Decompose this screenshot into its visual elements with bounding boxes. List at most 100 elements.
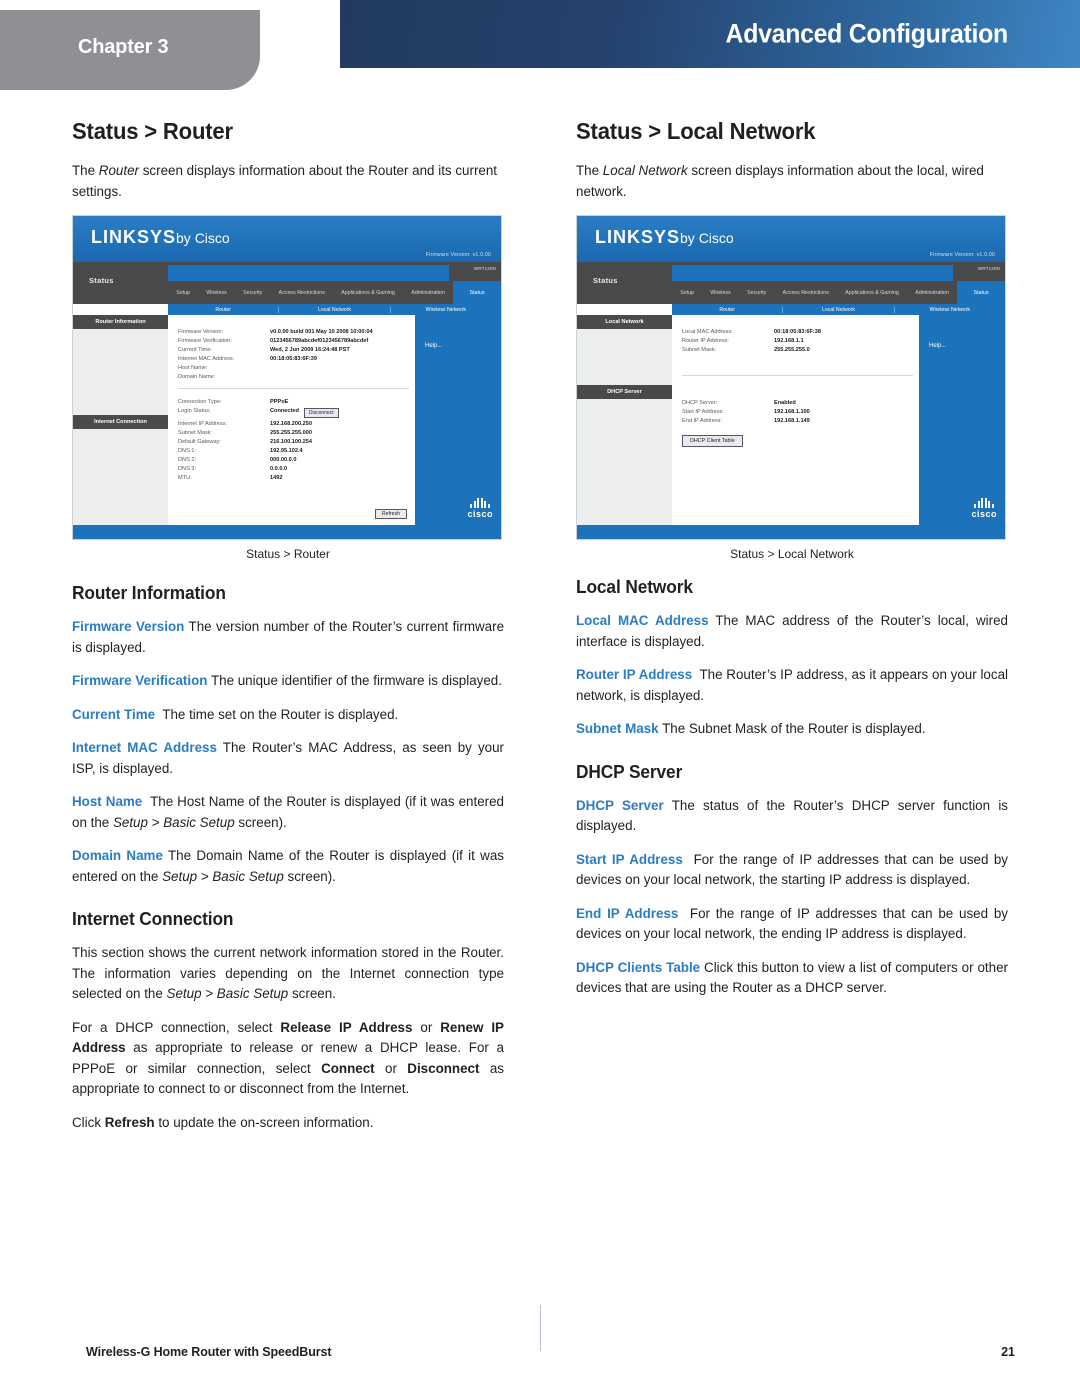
nav-tab-administration[interactable]: Administration (907, 281, 957, 304)
term-label: End IP Address (576, 905, 679, 921)
term-dhcp-clients-table: DHCP Clients Table Click this button to … (576, 958, 1008, 999)
nav-tab-applications-gaming[interactable]: Applications & Gaming (837, 281, 907, 304)
router-help-panel: Help... cisco (919, 315, 1005, 525)
term-text-post: screen). (234, 814, 287, 830)
nav-tab-status[interactable]: Status (453, 281, 501, 304)
field-key: Current Time: (178, 347, 212, 353)
disconnect-button[interactable]: Disconnect (303, 408, 339, 418)
term-domain-name: Domain Name The Domain Name of the Route… (72, 846, 504, 887)
field-value: 0.0.0.0 (270, 466, 288, 472)
nav-tab-applications-gaming[interactable]: Applications & Gaming (333, 281, 403, 304)
term-label: Domain Name (72, 848, 163, 863)
field-key: Router IP Address: (682, 338, 729, 344)
page-header-band: Advanced Configuration (340, 0, 1080, 68)
para-italic-ref: Setup > Basic Setup (166, 986, 289, 1001)
field-value: 0123456789abcdef0123456789abcdef (270, 338, 369, 344)
field-row: DNS 3: 0.0.0.0 (178, 466, 409, 472)
dhcp-client-table-button[interactable]: DHCP Client Table (682, 435, 743, 447)
field-row: DNS 2: 000.00.0.0 (178, 457, 409, 463)
term-label: DHCP Server (576, 797, 664, 813)
field-value: 00:18:05:83:6F:38 (774, 329, 821, 335)
field-value: 192.95.102.4 (270, 448, 303, 454)
sub-tab-local-network[interactable]: Local Network (279, 306, 391, 313)
router-help-panel: Help... cisco (415, 315, 501, 525)
nav-tab-wireless[interactable]: Wireless (198, 281, 235, 304)
paragraph-refresh: Click Refresh to update the on-screen in… (72, 1113, 504, 1134)
term-start-ip-address: Start IP Address For the range of IP add… (576, 850, 1008, 891)
heading-local-network: Local Network (576, 577, 693, 597)
column-divider (540, 1305, 541, 1351)
term-text-post: screen). (283, 868, 336, 884)
term-end-ip-address: End IP Address For the range of IP addre… (576, 904, 1008, 945)
page-title-status-local-network: Status > Local Network (576, 118, 816, 144)
nav-tab-status[interactable]: Status (957, 281, 1005, 304)
intro-text-a: The (72, 163, 99, 178)
router-section-label: Status (89, 276, 114, 285)
field-key: Login Status: (178, 408, 211, 414)
field-key: Firmware Version: (178, 329, 224, 335)
linksys-logo: LINKSYSby Cisco (595, 227, 734, 248)
field-row: Host Name: (178, 365, 409, 371)
field-value: 00:18:05:83:6F:39 (270, 356, 317, 362)
cisco-wordmark: cisco (971, 509, 997, 519)
sub-tab-router[interactable]: Router (168, 306, 280, 313)
cisco-bridge-icon (467, 497, 493, 508)
field-row: Connection Type: PPPoE (178, 399, 409, 405)
field-key: Start IP Address: (682, 409, 724, 415)
page-title-status-router: Status > Router (72, 118, 233, 144)
field-key: End IP Address: (682, 418, 723, 424)
nav-tab-administration[interactable]: Administration (403, 281, 453, 304)
paragraph-internet-connection-overview: This section shows the current network i… (72, 943, 504, 1005)
internet-connection-fields: Connection Type: PPPoE Login Status: Conne… (178, 399, 409, 481)
field-value: 000.00.0.0 (270, 457, 297, 463)
sub-tab-wireless-network[interactable]: Wireless Network (391, 307, 501, 313)
heading-dhcp-server: DHCP Server (576, 761, 683, 782)
term-italic-ref: Setup > Basic Setup (162, 868, 284, 884)
field-row: Default Gateway: 216.100.100.254 (178, 439, 409, 445)
field-value: 192.168.200.250 (270, 421, 312, 427)
nav-tab-security[interactable]: Security (739, 281, 775, 304)
field-row: Current Time: Wed, 2 Jun 2009 16:24:48 PS… (178, 347, 409, 353)
field-key: Local MAC Address: (682, 329, 733, 335)
router-screen-footer (73, 525, 501, 539)
nav-tab-security[interactable]: Security (235, 281, 271, 304)
term-firmware-version: Firmware Version The version number of t… (72, 617, 504, 658)
term-text: The Subnet Mask of the Router is display… (662, 721, 926, 736)
sub-tab-local-network[interactable]: Local Network (783, 306, 895, 313)
sub-tab-wireless-network[interactable]: Wireless Network (895, 307, 1005, 313)
term-label: Router IP Address (576, 667, 693, 682)
field-row: Router IP Address: 192.168.1.1 (682, 338, 913, 344)
field-row: Login Status: Connected Disconnect (178, 408, 409, 418)
sub-tab-router[interactable]: Router (672, 306, 784, 313)
heading-router-information: Router Information (72, 583, 226, 603)
help-label[interactable]: Help... (425, 343, 442, 349)
nav-tab-wireless[interactable]: Wireless (702, 281, 739, 304)
nav-tab-access-restrictions[interactable]: Access Restrictions (774, 281, 837, 304)
router-screen-body: Router Information Internet Connection F… (73, 315, 501, 525)
local-network-fields: Local MAC Address: 00:18:05:83:6F:38 Rout… (682, 329, 913, 353)
term-label: Subnet Mask (576, 721, 659, 736)
nav-tab-setup[interactable]: Setup (672, 281, 702, 304)
bold-release-ip-address: Release IP Address (280, 1019, 413, 1035)
nav-tab-access-restrictions[interactable]: Access Restrictions (270, 281, 333, 304)
router-screen-main: Local MAC Address: 00:18:05:83:6F:38 Rout… (672, 315, 919, 525)
field-key: DNS 3: (178, 466, 197, 472)
router-model-badge: WRT120N (977, 267, 1000, 272)
field-value: Wed, 2 Jun 2009 16:24:48 PST (270, 347, 350, 353)
field-value: 1492 (270, 475, 283, 481)
footer-product-name: Wireless-G Home Router with SpeedBurst (86, 1345, 332, 1359)
by-cisco-text: by Cisco (176, 230, 230, 246)
router-sub-tabs: Router Local Network Wireless Network (168, 304, 501, 315)
left-column: Status > Router The Router screen displa… (72, 118, 504, 1146)
field-value: 255.255.255.0 (774, 347, 810, 353)
term-label: Local MAC Address (576, 613, 709, 628)
linksys-wordmark: LINKSYS (595, 227, 681, 247)
field-key: Internet IP Address: (178, 421, 228, 427)
term-text: The unique identifier of the firmware is… (210, 673, 502, 688)
help-label[interactable]: Help... (929, 343, 946, 349)
nav-tab-setup[interactable]: Setup (168, 281, 198, 304)
refresh-button[interactable]: Refresh (374, 509, 407, 519)
router-nav-wrapper: Status WRT120N Setup Wireless Security A… (73, 262, 501, 304)
term-label: Host Name (72, 794, 143, 809)
field-value: 255.255.255.000 (270, 430, 312, 436)
